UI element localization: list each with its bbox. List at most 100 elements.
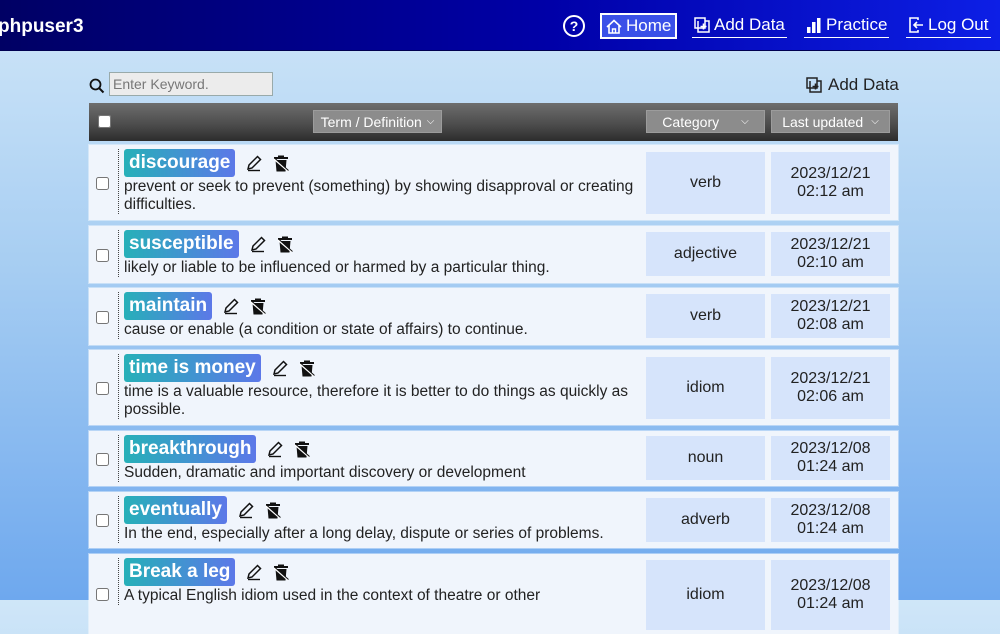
table-row[interactable]: time is money time is a valuable resourc… — [89, 350, 898, 425]
term-definition-cell: breakthrough Sudden, dramatic and import… — [118, 435, 644, 482]
table-row[interactable]: discourage prevent or seek to prevent (s… — [89, 145, 898, 220]
home-icon — [606, 18, 622, 34]
delete-trash-icon[interactable] — [250, 298, 266, 315]
table-header: Term / Definition ⌵ Category ⌵ Last upda… — [89, 103, 898, 141]
term-badge[interactable]: time is money — [124, 354, 261, 382]
delete-trash-icon[interactable] — [294, 441, 311, 458]
row-checkbox[interactable] — [96, 311, 109, 324]
delete-trash-icon[interactable] — [273, 155, 290, 172]
help-icon[interactable]: ? — [563, 15, 585, 37]
edit-pencil-icon[interactable] — [245, 563, 263, 581]
updated-time: 02:12 am — [797, 183, 864, 200]
updated-time: 01:24 am — [797, 595, 864, 612]
category-dropdown[interactable]: Category ⌵ — [646, 110, 765, 133]
category-cell: idiom — [646, 560, 765, 630]
category-value: adjective — [673, 245, 738, 262]
edit-pencil-icon[interactable] — [237, 501, 255, 519]
category-cell: adjective — [646, 232, 765, 276]
logout-icon — [909, 17, 923, 33]
definition-text: A typical English idiom used in the cont… — [124, 587, 541, 604]
sort-term-dropdown[interactable]: Term / Definition ⌵ — [313, 110, 442, 133]
category-cell: noun — [646, 436, 765, 480]
category-label: Category — [662, 113, 720, 130]
nav-home-label: Home — [626, 16, 672, 35]
add-data-label: Add Data — [828, 75, 899, 94]
term-definition-cell: discourage prevent or seek to prevent (s… — [118, 149, 644, 214]
term-definition-cell: time is money time is a valuable resourc… — [118, 354, 644, 419]
select-all-checkbox[interactable] — [98, 115, 111, 128]
last-updated-dropdown[interactable]: Last updated ⌵ — [771, 110, 890, 133]
nav-home[interactable]: Home — [600, 13, 678, 39]
edit-pencil-icon[interactable] — [266, 440, 284, 458]
updated-time: 02:06 am — [797, 388, 864, 405]
row-checkbox[interactable] — [96, 514, 109, 527]
search-input[interactable] — [109, 72, 273, 96]
last-updated-cell: 2023/12/08 01:24 am — [771, 560, 890, 630]
category-value: verb — [689, 174, 722, 191]
delete-trash-icon[interactable] — [273, 564, 290, 581]
category-value: idiom — [686, 586, 725, 603]
updated-date: 2023/12/21 — [790, 165, 871, 182]
chevron-down-icon: ⌵ — [741, 116, 749, 127]
table-row[interactable]: susceptible likely or liable to be influ… — [89, 226, 898, 283]
row-checkbox[interactable] — [96, 588, 109, 601]
term-badge[interactable]: breakthrough — [124, 435, 257, 463]
table-row[interactable]: eventually In the end, especially after … — [89, 492, 898, 548]
category-cell: verb — [646, 294, 765, 338]
term-definition-cell: susceptible likely or liable to be influ… — [118, 230, 644, 277]
updated-time: 01:24 am — [797, 520, 864, 537]
definition-text: time is a valuable resource, therefore i… — [124, 383, 628, 418]
updated-date: 2023/12/08 — [790, 577, 871, 594]
bar-chart-icon — [807, 18, 821, 33]
sort-term-label: Term / Definition — [320, 113, 422, 130]
definition-text: Sudden, dramatic and important discovery… — [124, 464, 526, 481]
updated-time: 02:10 am — [797, 254, 864, 271]
edit-pencil-icon[interactable] — [222, 297, 240, 315]
add-data-icon — [806, 77, 822, 93]
table-row[interactable]: Break a leg A typical English idiom used… — [89, 554, 898, 634]
nav-practice-label: Practice — [826, 15, 888, 34]
updated-date: 2023/12/21 — [790, 298, 871, 315]
updated-date: 2023/12/21 — [790, 370, 871, 387]
nav-practice[interactable]: Practice — [804, 13, 890, 38]
nav-log-out-label: Log Out — [928, 15, 989, 34]
add-data-button[interactable]: Add Data — [806, 75, 899, 95]
updated-date: 2023/12/08 — [790, 502, 871, 519]
category-value: verb — [689, 307, 722, 324]
nav-add-data[interactable]: Add Data — [692, 13, 787, 38]
term-definition-cell: maintain cause or enable (a condition or… — [118, 292, 644, 339]
category-value: adverb — [681, 511, 730, 528]
row-checkbox[interactable] — [96, 453, 109, 466]
last-updated-cell: 2023/12/21 02:12 am — [771, 152, 890, 214]
category-cell: verb — [646, 152, 765, 214]
term-badge[interactable]: eventually — [124, 496, 227, 524]
last-updated-cell: 2023/12/21 02:08 am — [771, 294, 890, 338]
search-icon — [89, 78, 105, 94]
table-row[interactable]: maintain cause or enable (a condition or… — [89, 288, 898, 345]
nav-log-out[interactable]: Log Out — [906, 13, 991, 38]
edit-pencil-icon[interactable] — [245, 154, 263, 172]
username-label: phpuser3 — [0, 16, 84, 37]
row-checkbox[interactable] — [96, 382, 109, 395]
edit-pencil-icon[interactable] — [249, 235, 267, 253]
last-updated-cell: 2023/12/08 01:24 am — [771, 498, 890, 542]
last-updated-cell: 2023/12/21 02:06 am — [771, 357, 890, 419]
term-badge[interactable]: susceptible — [124, 230, 239, 258]
top-navigation-bar: phpuser3 ? Home Add Data Practice Log Ou… — [0, 0, 1000, 51]
term-definition-cell: eventually In the end, especially after … — [118, 496, 644, 543]
category-cell: idiom — [646, 357, 765, 419]
term-badge[interactable]: Break a leg — [124, 558, 236, 586]
term-badge[interactable]: maintain — [124, 292, 213, 320]
row-checkbox[interactable] — [96, 177, 109, 190]
row-checkbox[interactable] — [96, 249, 109, 262]
term-badge[interactable]: discourage — [124, 149, 236, 177]
definition-text: prevent or seek to prevent (something) b… — [124, 178, 634, 213]
delete-trash-icon[interactable] — [277, 236, 293, 253]
nav-add-data-label: Add Data — [714, 15, 785, 34]
delete-trash-icon[interactable] — [265, 502, 281, 519]
edit-pencil-icon[interactable] — [271, 359, 289, 377]
table-row[interactable]: breakthrough Sudden, dramatic and import… — [89, 431, 898, 486]
updated-time: 02:08 am — [797, 316, 864, 333]
add-data-icon — [694, 17, 710, 33]
delete-trash-icon[interactable] — [299, 360, 315, 377]
